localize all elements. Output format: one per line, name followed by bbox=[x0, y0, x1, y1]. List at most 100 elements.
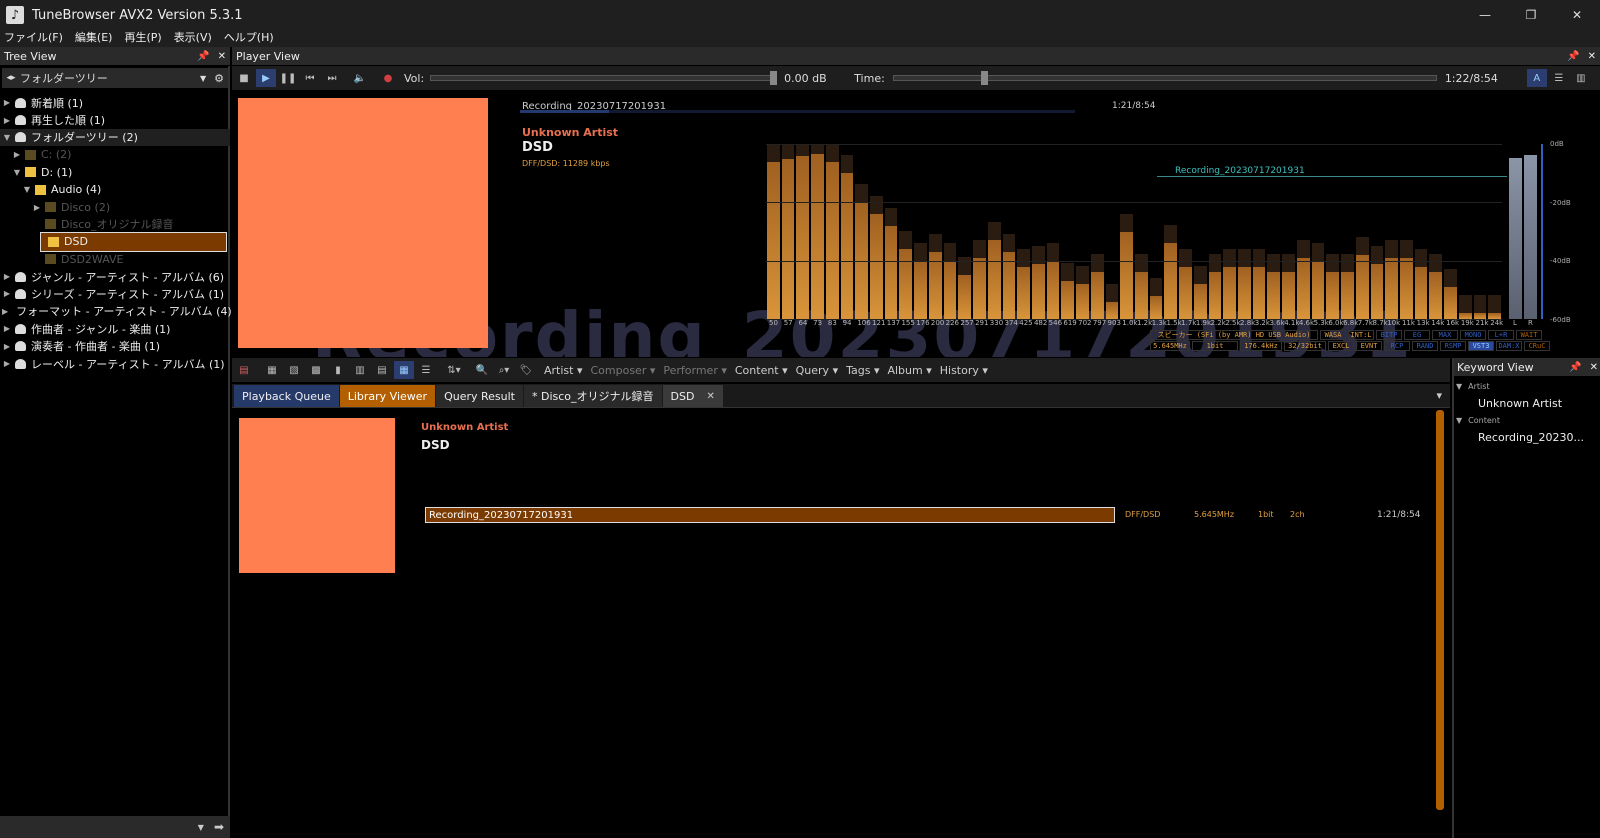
tree-item[interactable]: ▶ 作曲者 - ジャンル - 楽曲 (1) bbox=[0, 320, 230, 337]
device-status-cell[interactable]: EVNT bbox=[1356, 341, 1382, 351]
tab-0[interactable]: Playback Queue bbox=[234, 385, 339, 407]
filter-dropdown-composer[interactable]: Composer ▾ bbox=[590, 364, 655, 377]
tree-item[interactable]: ▶ 演奏者 - 作曲者 - 楽曲 (1) bbox=[0, 337, 230, 354]
filter-dropdown-performer[interactable]: Performer ▾ bbox=[663, 364, 727, 377]
stop-icon[interactable]: ■ bbox=[234, 69, 254, 87]
device-status-cell[interactable]: RSMP bbox=[1440, 341, 1466, 351]
collapsed-arrow-icon[interactable]: ▶ bbox=[2, 359, 12, 368]
keyword-item[interactable]: Unknown Artist bbox=[1478, 397, 1562, 410]
device-status-cell[interactable]: BITP bbox=[1376, 330, 1402, 340]
track-progress-bar[interactable] bbox=[520, 110, 1075, 113]
device-status-cell[interactable]: 1bit bbox=[1192, 341, 1238, 351]
volume-slider[interactable] bbox=[430, 71, 777, 85]
tree-item[interactable]: Disco_オリジナル録音 bbox=[0, 216, 230, 233]
collapsed-arrow-icon[interactable]: ▶ bbox=[2, 116, 12, 125]
menu-file[interactable]: ファイル(F) bbox=[4, 29, 63, 45]
tree-item[interactable]: ▼ フォルダーツリー (2) bbox=[0, 128, 230, 147]
device-status-cell[interactable]: MAX bbox=[1432, 330, 1458, 340]
tree-item[interactable]: ▶ シリーズ - アーティスト - アルバム (1) bbox=[0, 285, 230, 302]
filter-dropdown-content[interactable]: Content ▾ bbox=[735, 364, 788, 377]
expanded-arrow-icon[interactable]: ▼ bbox=[12, 168, 22, 177]
tree-item[interactable]: ▶ 新着順 (1) bbox=[0, 94, 230, 111]
pin-icon[interactable]: 📌 bbox=[197, 51, 209, 62]
spectrum-view-icon[interactable]: ▥ bbox=[1571, 69, 1591, 87]
chevron-down-icon[interactable]: ▼ bbox=[198, 823, 204, 832]
pin-icon[interactable]: 📌 bbox=[1567, 51, 1579, 62]
remove-icon[interactable]: ▤ bbox=[234, 361, 254, 379]
layout-3-icon[interactable]: ▩ bbox=[306, 361, 326, 379]
keyword-group[interactable]: ▼ Artist bbox=[1456, 382, 1490, 391]
device-status-cell[interactable]: 176.4kHz bbox=[1240, 341, 1282, 351]
device-status-cell[interactable]: 32/32bit bbox=[1284, 341, 1326, 351]
play-icon[interactable]: ▶ bbox=[256, 69, 276, 87]
tree-item[interactable]: ▶ レーベル - アーティスト - アルバム (1) bbox=[0, 355, 230, 372]
tree-item[interactable]: ▶ ジャンル - アーティスト - アルバム (6) bbox=[0, 268, 230, 285]
pause-icon[interactable]: ❚❚ bbox=[278, 69, 298, 87]
device-status-cell[interactable]: RCP bbox=[1384, 341, 1410, 351]
volume-slider-handle[interactable] bbox=[769, 71, 777, 85]
chevron-down-icon[interactable]: ▼ bbox=[200, 74, 206, 83]
close-panel-icon[interactable]: ✕ bbox=[1588, 51, 1596, 62]
device-status-cell[interactable]: L+R bbox=[1488, 330, 1514, 340]
gear-icon[interactable]: ⚙ bbox=[214, 72, 224, 85]
search-icon[interactable]: 🔍 bbox=[472, 361, 492, 379]
collapsed-arrow-icon[interactable]: ▶ bbox=[32, 203, 42, 212]
tree-item[interactable]: DSD2WAVE bbox=[0, 251, 230, 268]
keyword-item[interactable]: Recording_20230... bbox=[1478, 431, 1584, 444]
menu-view[interactable]: 表示(V) bbox=[174, 29, 212, 45]
close-button[interactable]: ✕ bbox=[1554, 0, 1600, 30]
previous-icon[interactable]: ⏮ bbox=[300, 69, 320, 87]
tree-mode-dropdown[interactable]: ◂▸ フォルダーツリー ▼ ⚙ bbox=[2, 68, 228, 88]
tab-3[interactable]: * Disco_オリジナル録音 bbox=[524, 385, 662, 407]
time-seek-slider[interactable] bbox=[892, 71, 1437, 85]
device-status-cell[interactable]: スピーカー (SFi (by AMR) HD USB Audio) bbox=[1150, 330, 1318, 340]
keyword-group[interactable]: ▼ Content bbox=[1456, 416, 1500, 425]
device-status-cell[interactable]: DAM:X bbox=[1496, 341, 1522, 351]
tab-close-icon[interactable]: ✕ bbox=[706, 391, 714, 402]
nav-arrows-icon[interactable]: ◂▸ bbox=[2, 73, 20, 83]
tag-icon[interactable]: 🏷 bbox=[516, 361, 536, 379]
find-options-icon[interactable]: ⌕▾ bbox=[494, 361, 514, 379]
layout-1-icon[interactable]: ▦ bbox=[262, 361, 282, 379]
sort-icon[interactable]: ⇅▾ bbox=[444, 361, 464, 379]
filter-dropdown-tags[interactable]: Tags ▾ bbox=[846, 364, 879, 377]
filter-dropdown-artist[interactable]: Artist ▾ bbox=[544, 364, 582, 377]
device-status-cell[interactable]: RAND bbox=[1412, 341, 1438, 351]
tree-item[interactable]: ▶ Disco (2) bbox=[0, 198, 230, 215]
device-status-cell[interactable]: WAIT bbox=[1516, 330, 1542, 340]
tree-item[interactable]: ▼ D: (1) bbox=[0, 164, 230, 181]
vertical-scrollbar[interactable] bbox=[1436, 410, 1444, 810]
device-status-cell[interactable]: CRuC bbox=[1524, 341, 1550, 351]
expanded-arrow-icon[interactable]: ▼ bbox=[22, 185, 32, 194]
collapsed-arrow-icon[interactable]: ▶ bbox=[2, 289, 12, 298]
tab-2[interactable]: Query Result bbox=[436, 385, 523, 407]
filter-dropdown-history[interactable]: History ▾ bbox=[940, 364, 988, 377]
minimize-button[interactable]: — bbox=[1462, 0, 1508, 30]
filter-dropdown-album[interactable]: Album ▾ bbox=[887, 364, 931, 377]
filter-dropdown-query[interactable]: Query ▾ bbox=[796, 364, 838, 377]
tab-menu-icon[interactable]: ▾ bbox=[1436, 389, 1442, 402]
tree-item[interactable]: DSD bbox=[40, 232, 227, 252]
tab-1[interactable]: Library Viewer bbox=[339, 385, 436, 407]
close-panel-icon[interactable]: ✕ bbox=[1590, 362, 1598, 373]
device-status-cell[interactable]: VST3 bbox=[1468, 341, 1494, 351]
collapsed-arrow-icon[interactable]: ▶ bbox=[12, 150, 22, 159]
layout-7-icon[interactable]: ▦ bbox=[394, 361, 414, 379]
menu-help[interactable]: ヘルプ(H) bbox=[224, 29, 274, 45]
collapsed-arrow-icon[interactable]: ▶ bbox=[2, 98, 12, 107]
layout-4-icon[interactable]: ▮ bbox=[328, 361, 348, 379]
mute-speaker-icon[interactable]: 🔈 bbox=[350, 69, 370, 87]
expanded-arrow-icon[interactable]: ▼ bbox=[1456, 382, 1462, 391]
font-style-icon[interactable]: A bbox=[1526, 69, 1547, 87]
layout-2-icon[interactable]: ▧ bbox=[284, 361, 304, 379]
time-seek-handle[interactable] bbox=[980, 71, 988, 85]
device-status-cell[interactable]: MONO bbox=[1460, 330, 1486, 340]
collapsed-arrow-icon[interactable]: ▶ bbox=[2, 272, 12, 281]
menu-edit[interactable]: 編集(E) bbox=[75, 29, 113, 45]
expanded-arrow-icon[interactable]: ▼ bbox=[2, 133, 12, 142]
layout-6-icon[interactable]: ▤ bbox=[372, 361, 392, 379]
expanded-arrow-icon[interactable]: ▼ bbox=[1456, 416, 1462, 425]
layout-5-icon[interactable]: ▥ bbox=[350, 361, 370, 379]
list-view-icon[interactable]: ☰ bbox=[1549, 69, 1569, 87]
close-panel-icon[interactable]: ✕ bbox=[218, 51, 226, 62]
